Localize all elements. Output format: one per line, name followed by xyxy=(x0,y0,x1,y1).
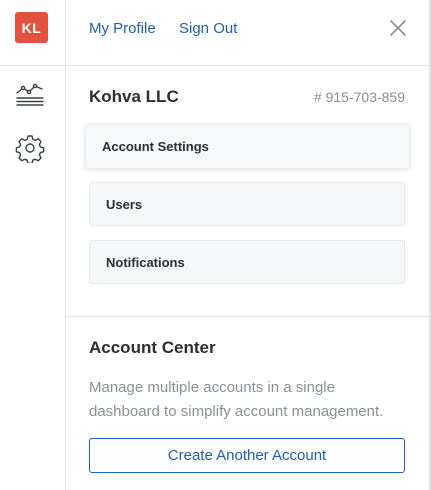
create-another-account-button[interactable]: Create Another Account xyxy=(89,438,405,473)
menu-item-notifications[interactable]: Notifications xyxy=(89,240,405,284)
settings-gear-icon[interactable] xyxy=(15,133,45,163)
section-divider xyxy=(66,316,431,317)
company-name: Kohva LLC xyxy=(89,87,179,106)
menu-item-label: Users xyxy=(106,196,143,212)
close-icon[interactable] xyxy=(387,17,409,39)
menu-item-label: Notifications xyxy=(106,254,185,270)
account-number: # 915-703-859 xyxy=(313,89,405,105)
sign-out-link[interactable]: Sign Out xyxy=(179,20,237,37)
menu-item-label: Account Settings xyxy=(102,139,209,154)
account-center-title: Account Center xyxy=(89,338,216,357)
menu-item-account-settings[interactable]: Account Settings xyxy=(85,124,410,169)
menu-item-users[interactable]: Users xyxy=(89,182,405,226)
nav-rail: KL xyxy=(0,0,66,490)
user-avatar[interactable]: KL xyxy=(15,12,48,43)
account-center-description: Manage multiple accounts in a single das… xyxy=(89,379,384,420)
account-panel: My Profile Sign Out Kohva LLC # 915-703-… xyxy=(66,0,431,490)
my-profile-link[interactable]: My Profile xyxy=(89,20,156,37)
panel-header: My Profile Sign Out xyxy=(66,0,431,66)
rail-divider xyxy=(0,65,65,66)
chart-line-icon[interactable] xyxy=(15,79,45,109)
